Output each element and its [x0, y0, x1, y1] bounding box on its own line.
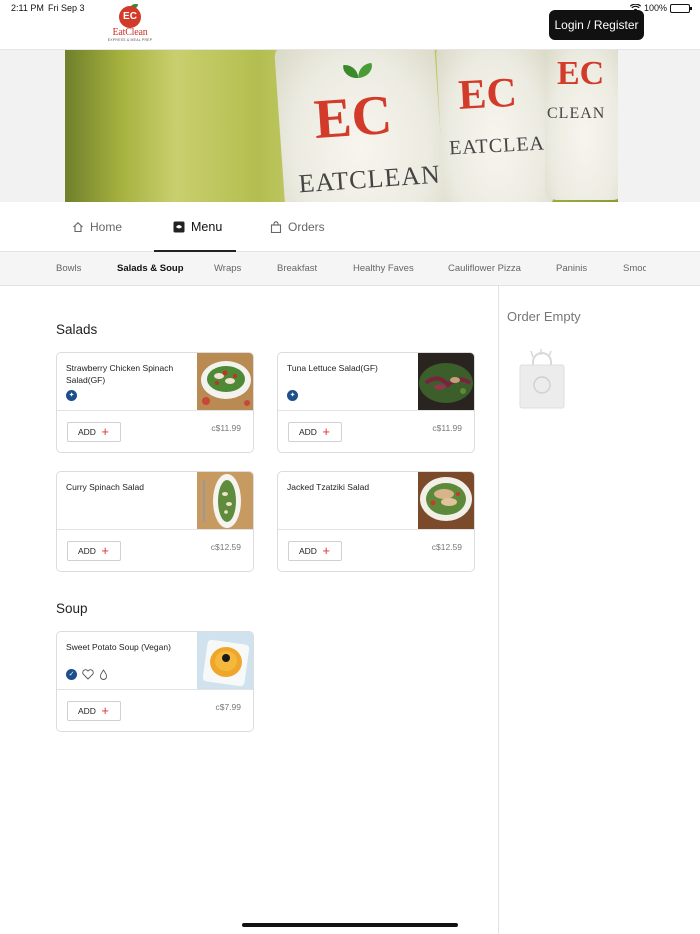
category-bowls[interactable]: Bowls	[56, 252, 81, 285]
gluten-free-icon: ✦	[287, 390, 298, 401]
menu-item-price: c$12.59	[210, 542, 241, 552]
menu-item-name: Tuna Lettuce Salad(GF)	[287, 363, 378, 373]
heart-icon	[82, 669, 94, 680]
nav-home[interactable]: Home	[72, 202, 122, 252]
menu-item-image	[197, 353, 253, 410]
nav-home-label: Home	[90, 220, 123, 234]
logo-name: EatClean	[112, 27, 148, 38]
dietary-badges: ✦	[66, 390, 77, 401]
menu-item-price: c$12.59	[431, 542, 462, 552]
menu-item-price: c$7.99	[215, 702, 241, 712]
shopping-bag-icon	[519, 349, 565, 409]
menu-item-card[interactable]: Curry Spinach Salad ADD + c$12.59	[56, 471, 254, 572]
nav-orders[interactable]: Orders	[270, 202, 325, 252]
dietary-badges: ✦	[287, 390, 298, 401]
menu-item-name: Sweet Potato Soup (Vegan)	[66, 642, 171, 652]
nav-orders-label: Orders	[288, 220, 325, 234]
add-to-order-button[interactable]: ADD +	[288, 541, 342, 561]
category-paninis[interactable]: Paninis	[556, 252, 587, 285]
plus-icon: +	[101, 703, 109, 718]
menu-item-image	[197, 632, 253, 689]
menu-item-name: Curry Spinach Salad	[66, 482, 144, 492]
drop-icon	[99, 669, 108, 680]
main-nav: Home Menu Orders	[0, 202, 700, 252]
brand-logo[interactable]: EC EatClean EXPRESS & MEAL PREP	[104, 4, 156, 44]
panel-divider	[498, 286, 499, 934]
order-status-title: Order Empty	[507, 309, 581, 324]
menu-item-name: Strawberry Chicken Spinach Salad(GF)	[66, 363, 174, 385]
bag-icon	[270, 221, 282, 233]
category-salads-soup[interactable]: Salads & Soup	[117, 252, 184, 285]
dietary-badges: ✓	[66, 669, 108, 680]
plus-icon: +	[322, 543, 330, 558]
plus-icon: +	[101, 543, 109, 558]
category-breakfast[interactable]: Breakfast	[277, 252, 317, 285]
menu-item-price: c$11.99	[432, 423, 462, 433]
category-healthy-faves[interactable]: Healthy Faves	[353, 252, 414, 285]
menu-book-icon	[173, 221, 185, 233]
menu-item-card[interactable]: Strawberry Chicken Spinach Salad(GF) ✦ A…	[56, 352, 254, 453]
nav-menu[interactable]: Menu	[173, 202, 222, 252]
nav-menu-label: Menu	[191, 220, 223, 234]
menu-item-name: Jacked Tzatziki Salad	[287, 482, 370, 492]
gluten-free-icon: ✦	[66, 390, 77, 401]
login-register-button[interactable]: Login / Register	[549, 10, 644, 40]
hero-banner: EC EATCLEAN EC EATCLEAN EC CLEAN	[0, 50, 700, 202]
add-to-order-button[interactable]: ADD +	[288, 422, 342, 442]
menu-item-image	[418, 472, 474, 529]
section-title-soup: Soup	[56, 601, 88, 616]
section-title-salads: Salads	[56, 322, 98, 337]
home-indicator	[242, 923, 458, 927]
logo-tagline: EXPRESS & MEAL PREP	[107, 38, 153, 42]
menu-item-card[interactable]: Tuna Lettuce Salad(GF) ✦ ADD + c$11.99	[277, 352, 475, 453]
home-icon	[73, 222, 83, 233]
hero-image: EC EATCLEAN EC EATCLEAN EC CLEAN	[65, 50, 618, 202]
category-cauliflower-pizza[interactable]: Cauliflower Pizza	[448, 252, 521, 285]
vegan-check-icon: ✓	[66, 669, 77, 680]
plus-icon: +	[322, 424, 330, 439]
add-to-order-button[interactable]: ADD +	[67, 701, 121, 721]
add-to-order-button[interactable]: ADD +	[67, 422, 121, 442]
menu-item-price: c$11.99	[211, 423, 241, 433]
menu-item-image	[418, 353, 474, 410]
menu-item-card[interactable]: Jacked Tzatziki Salad ADD + c$12.59	[277, 471, 475, 572]
category-wraps[interactable]: Wraps	[214, 252, 241, 285]
menu-item-card[interactable]: Sweet Potato Soup (Vegan) ✓ ADD + c$7.99	[56, 631, 254, 732]
top-bar: EC EatClean EXPRESS & MEAL PREP Login / …	[0, 0, 700, 50]
plus-icon: +	[101, 424, 109, 439]
add-to-order-button[interactable]: ADD +	[67, 541, 121, 561]
category-bar: Bowls Salads & Soup Wraps Breakfast Heal…	[0, 252, 700, 286]
logo-monogram: EC	[119, 6, 141, 28]
menu-item-image	[197, 472, 253, 529]
category-smoothies[interactable]: Smoo	[623, 252, 646, 285]
